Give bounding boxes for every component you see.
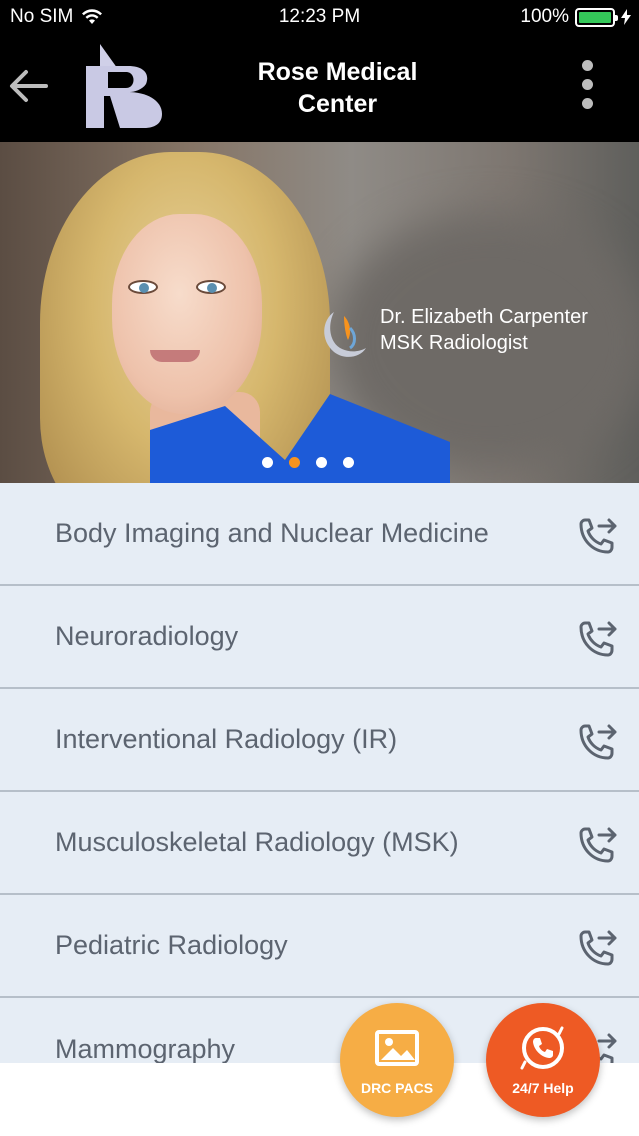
phone-24h-icon [520, 1026, 564, 1070]
back-arrow-icon[interactable] [6, 64, 50, 108]
help-label: 24/7 Help [512, 1080, 574, 1096]
charging-bolt-icon [621, 9, 631, 25]
phone-forward-icon[interactable] [575, 823, 619, 867]
doctor-title: MSK Radiologist [380, 332, 528, 354]
drc-pacs-button[interactable]: DRC PACS [340, 1003, 454, 1117]
carousel-dot[interactable] [342, 457, 354, 468]
app-title: Rose Medical Center [200, 56, 475, 120]
overflow-menu-icon[interactable] [579, 60, 595, 118]
phone-forward-icon[interactable] [575, 926, 619, 970]
rose-medical-logo [86, 44, 162, 128]
hero-carousel[interactable]: Dr. Elizabeth Carpenter MSK Radiologist [0, 142, 639, 483]
carousel-dot[interactable] [261, 457, 273, 468]
help-24-7-button[interactable]: 24/7 Help [486, 1003, 600, 1117]
list-item-label: Musculoskeletal Radiology (MSK) [55, 827, 459, 857]
app-bar: Rose Medical Center [0, 34, 639, 142]
department-list: Body Imaging and Nuclear Medicine Neuror… [0, 483, 639, 1063]
carousel-dot[interactable] [315, 457, 327, 468]
hero-caption: Dr. Elizabeth Carpenter MSK Radiologist [320, 304, 588, 362]
carousel-indicator [0, 457, 627, 468]
drc-pacs-label: DRC PACS [360, 1080, 434, 1096]
app-title-line2: Center [297, 90, 378, 118]
phone-forward-icon[interactable] [575, 720, 619, 764]
list-item-label: Mammography [55, 1034, 236, 1063]
image-gallery-icon [375, 1030, 419, 1066]
list-item-label: Pediatric Radiology [55, 930, 288, 960]
status-right: 100% [520, 6, 631, 28]
battery-percent: 100% [520, 6, 569, 27]
carousel-dot-active[interactable] [288, 457, 300, 468]
list-item-musculoskeletal[interactable]: Musculoskeletal Radiology (MSK) [0, 792, 639, 895]
list-item-label: Interventional Radiology (IR) [55, 724, 398, 754]
list-item-body-imaging[interactable]: Body Imaging and Nuclear Medicine [0, 483, 639, 586]
list-item-pediatric[interactable]: Pediatric Radiology [0, 895, 639, 998]
doctor-name: Dr. Elizabeth Carpenter [380, 306, 588, 328]
phone-forward-icon[interactable] [575, 617, 619, 661]
swoosh-logo-icon [324, 312, 366, 357]
app-title-line1: Rose Medical [257, 58, 418, 86]
battery-icon [575, 7, 618, 27]
status-bar: No SIM 12:23 PM 100% [0, 0, 639, 34]
list-item-interventional[interactable]: Interventional Radiology (IR) [0, 689, 639, 792]
list-item-neuroradiology[interactable]: Neuroradiology [0, 586, 639, 689]
list-item-label: Neuroradiology [55, 621, 239, 651]
list-item-label: Body Imaging and Nuclear Medicine [55, 518, 489, 548]
phone-forward-icon[interactable] [575, 514, 619, 558]
